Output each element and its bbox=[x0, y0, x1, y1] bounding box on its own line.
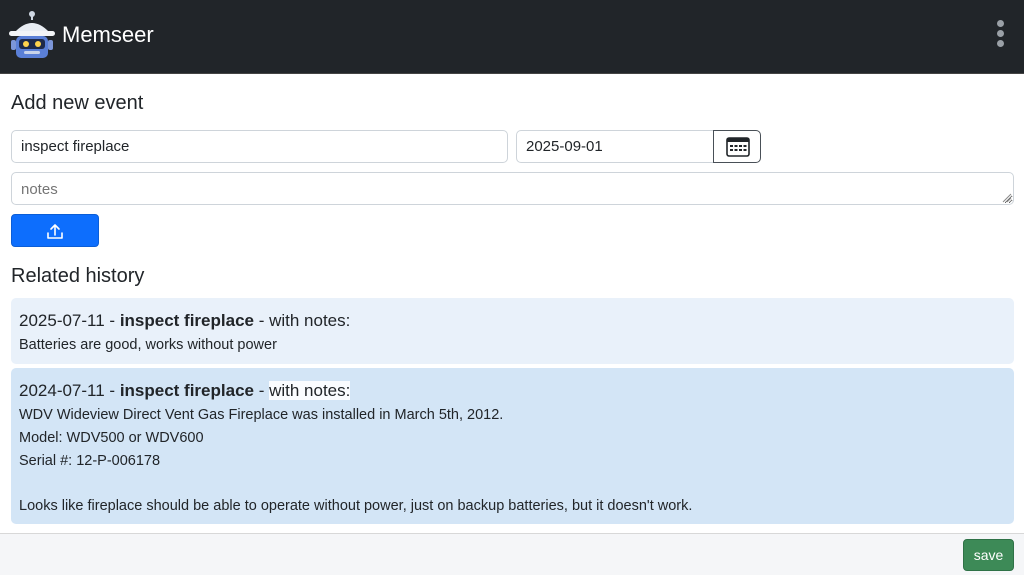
history-entry-note-line: Looks like fireplace should be able to o… bbox=[19, 498, 693, 514]
app-title[interactable]: Memseer bbox=[62, 22, 154, 48]
history-entry-date: 2024-07-11 bbox=[19, 381, 105, 400]
calendar-icon bbox=[726, 137, 750, 157]
history-entry: 2025-07-11 - inspect fireplace - with no… bbox=[11, 298, 1014, 364]
upload-button[interactable] bbox=[11, 214, 99, 247]
kebab-menu-icon[interactable] bbox=[990, 20, 1010, 56]
history-entry-header: 2025-07-11 - inspect fireplace - with no… bbox=[19, 311, 351, 330]
history-entry-header: 2024-07-11 - inspect fireplace - with no… bbox=[19, 381, 351, 400]
robot-logo-icon[interactable] bbox=[7, 10, 57, 60]
save-button[interactable]: save bbox=[963, 539, 1014, 571]
event-date-input[interactable] bbox=[516, 130, 714, 163]
history-entry-title: inspect fireplace bbox=[119, 311, 254, 330]
upload-icon bbox=[47, 224, 63, 239]
resize-handle-icon[interactable] bbox=[1002, 193, 1012, 203]
history-entry-note-line: Model: WDV500 or WDV600 bbox=[19, 430, 204, 446]
history-entry: 2024-07-11 - inspect fireplace - with no… bbox=[11, 368, 1014, 524]
footer-bar bbox=[0, 533, 1024, 575]
calendar-button[interactable] bbox=[713, 130, 761, 163]
history-entry-notes-label: with notes: bbox=[269, 381, 351, 400]
history-entry-note-line: Batteries are good, works without power bbox=[19, 337, 277, 353]
history-entry-note-line: WDV Wideview Direct Vent Gas Fireplace w… bbox=[19, 407, 504, 423]
event-title-input[interactable] bbox=[11, 130, 508, 163]
navbar: Memseer bbox=[0, 0, 1024, 74]
history-entry-notes-label: - with notes: bbox=[253, 311, 351, 330]
add-event-heading: Add new event bbox=[11, 92, 144, 114]
history-entry-note-line: Serial #: 12-P-006178 bbox=[19, 453, 161, 469]
notes-textarea[interactable] bbox=[11, 172, 1014, 205]
history-entry-title: inspect fireplace bbox=[119, 381, 254, 400]
related-history-heading: Related history bbox=[11, 265, 145, 287]
history-entry-date: 2025-07-11 bbox=[19, 311, 105, 330]
